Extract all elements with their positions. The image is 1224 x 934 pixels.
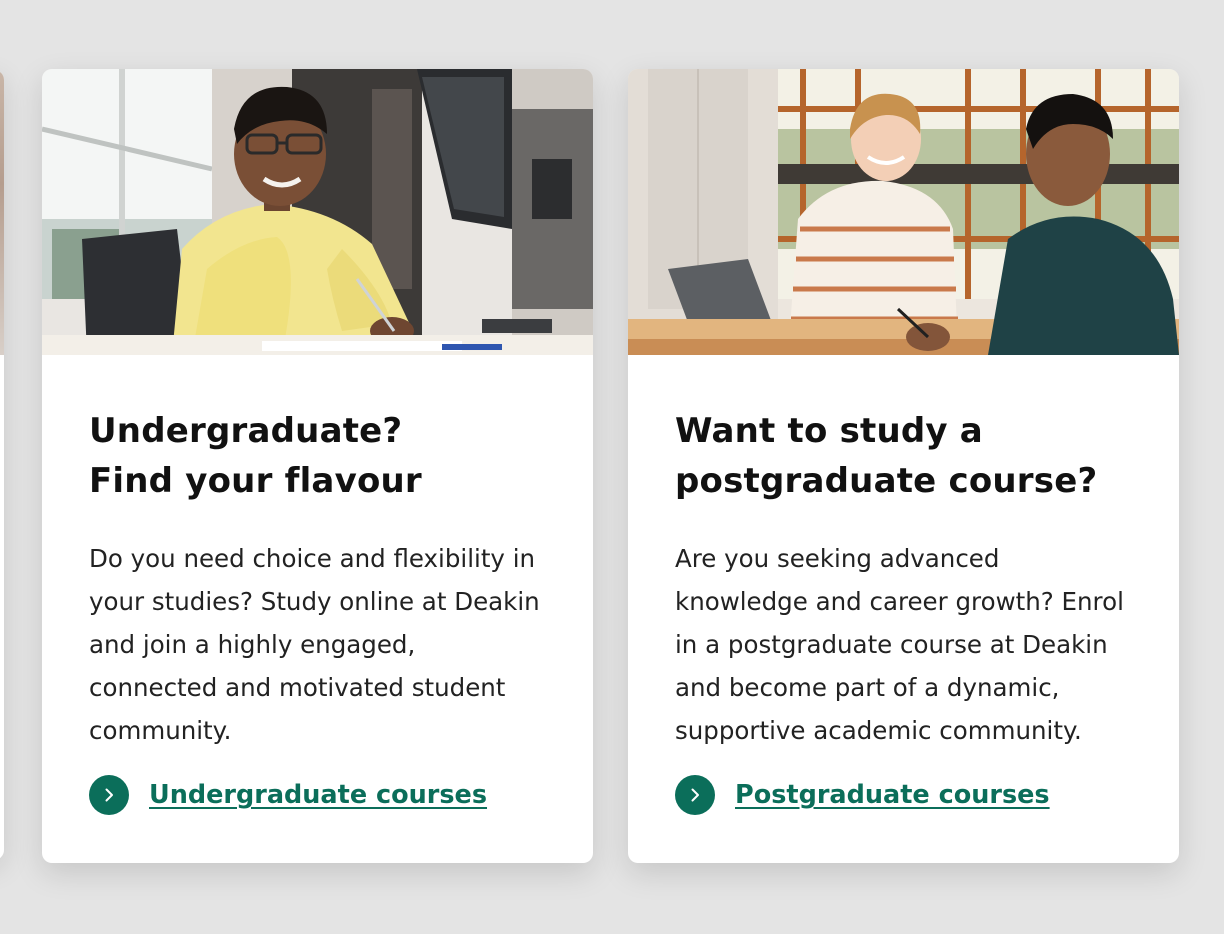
card-description-line: supportive academic community. xyxy=(675,716,1082,745)
card-description: Are you seeking advanced knowledge and c… xyxy=(675,537,1145,752)
previous-card-peek[interactable] xyxy=(0,70,4,860)
previous-card-photo xyxy=(0,70,4,355)
card-description-line: Do you need choice and flexibility in xyxy=(89,544,536,573)
card-description-line: Are you seeking advanced xyxy=(675,544,1000,573)
postgraduate-photo xyxy=(628,69,1179,355)
card-title-line: Want to study a xyxy=(675,411,983,451)
undergraduate-photo xyxy=(42,69,593,355)
card-description-line: knowledge and career growth? Enrol xyxy=(675,587,1124,616)
postgraduate-courses-link[interactable]: Postgraduate courses xyxy=(675,775,1050,815)
card-description: Do you need choice and flexibility in yo… xyxy=(89,537,559,752)
card-description-line: connected and motivated student xyxy=(89,673,506,702)
card-title-line: postgraduate course? xyxy=(675,461,1098,501)
link-label[interactable]: Undergraduate courses xyxy=(149,780,487,810)
undergraduate-courses-link[interactable]: Undergraduate courses xyxy=(89,775,487,815)
card-description-line: and join a highly engaged, xyxy=(89,630,416,659)
card-title-line: Undergraduate? xyxy=(89,411,403,451)
card-title: Undergraduate? Find your flavour xyxy=(89,406,559,506)
card-description-line: and become part of a dynamic, xyxy=(675,673,1060,702)
card-title-line: Find your flavour xyxy=(89,461,422,501)
chevron-right-icon[interactable] xyxy=(675,775,715,815)
chevron-right-icon[interactable] xyxy=(89,775,129,815)
card-description-line: community. xyxy=(89,716,232,745)
card-title: Want to study a postgraduate course? xyxy=(675,406,1145,506)
postgraduate-card: Want to study a postgraduate course? Are… xyxy=(628,69,1179,863)
card-description-line: in a postgraduate course at Deakin xyxy=(675,630,1108,659)
undergraduate-card: Undergraduate? Find your flavour Do you … xyxy=(42,69,593,863)
link-label[interactable]: Postgraduate courses xyxy=(735,780,1050,810)
card-description-line: your studies? Study online at Deakin xyxy=(89,587,540,616)
